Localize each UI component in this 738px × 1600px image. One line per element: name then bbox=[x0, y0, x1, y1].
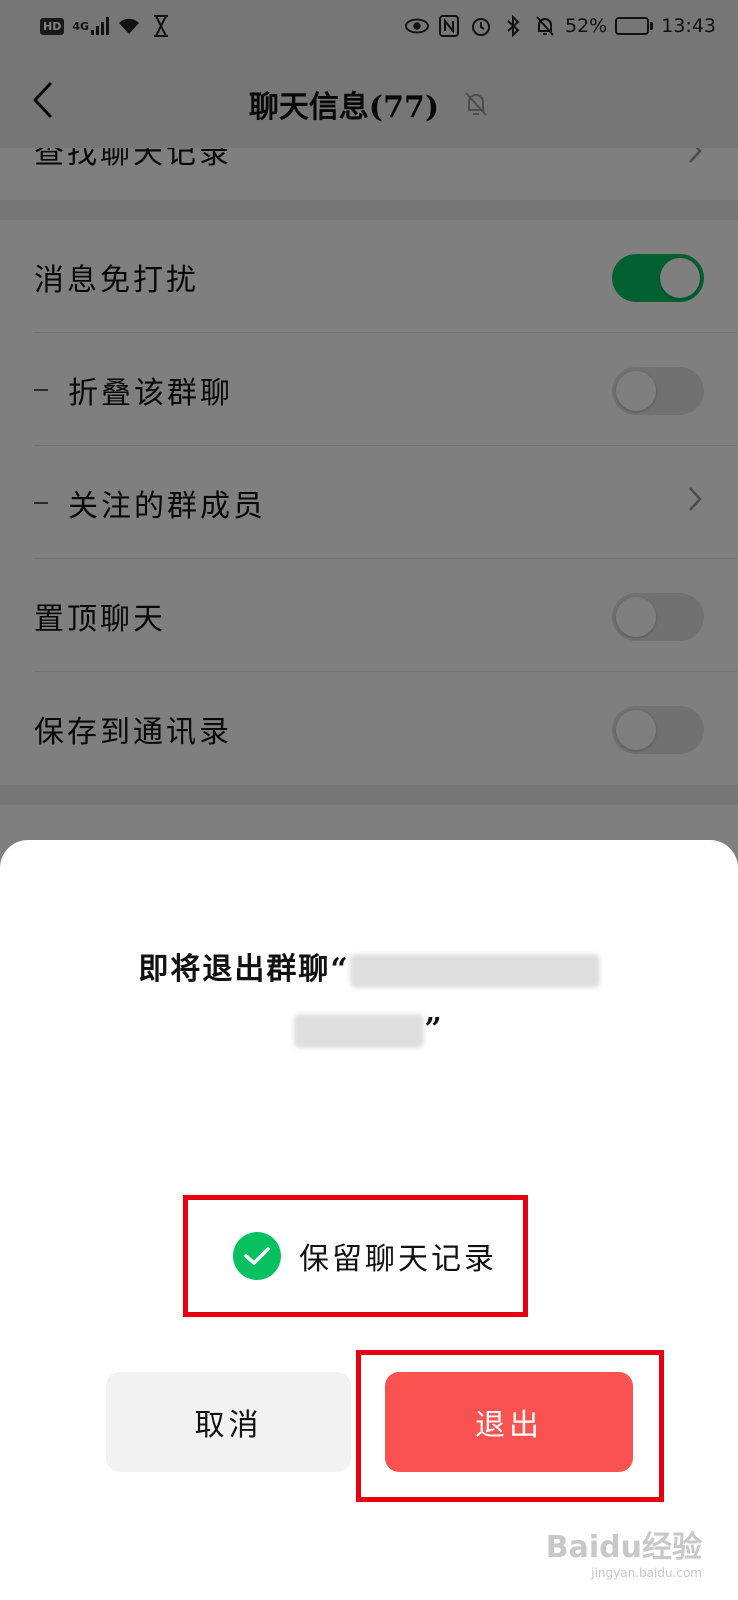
dialog-title-suffix: ” bbox=[424, 1012, 444, 1047]
dialog-title-prefix: 即将退出群聊“ bbox=[138, 952, 350, 987]
watermark-sub: jingyan.baidu.com bbox=[591, 1566, 702, 1580]
cancel-button[interactable]: 取消 bbox=[106, 1372, 351, 1472]
check-icon[interactable] bbox=[233, 1232, 281, 1280]
redacted-group-name bbox=[349, 954, 600, 988]
keep-history-label: 保留聊天记录 bbox=[299, 1242, 497, 1277]
redacted-group-name-cont bbox=[294, 1014, 425, 1048]
dialog-title: 即将退出群聊“ ” bbox=[0, 940, 738, 1060]
keep-history-option[interactable]: 保留聊天记录 bbox=[183, 1195, 528, 1317]
exit-button[interactable]: 退出 bbox=[385, 1372, 633, 1472]
watermark: Baidu经验 jingyan.baidu.com bbox=[546, 1522, 702, 1580]
exit-group-sheet: 即将退出群聊“ ” 保留聊天记录 取消 退出 bbox=[0, 840, 738, 1600]
watermark-text: Baidu经验 bbox=[545, 1530, 702, 1565]
